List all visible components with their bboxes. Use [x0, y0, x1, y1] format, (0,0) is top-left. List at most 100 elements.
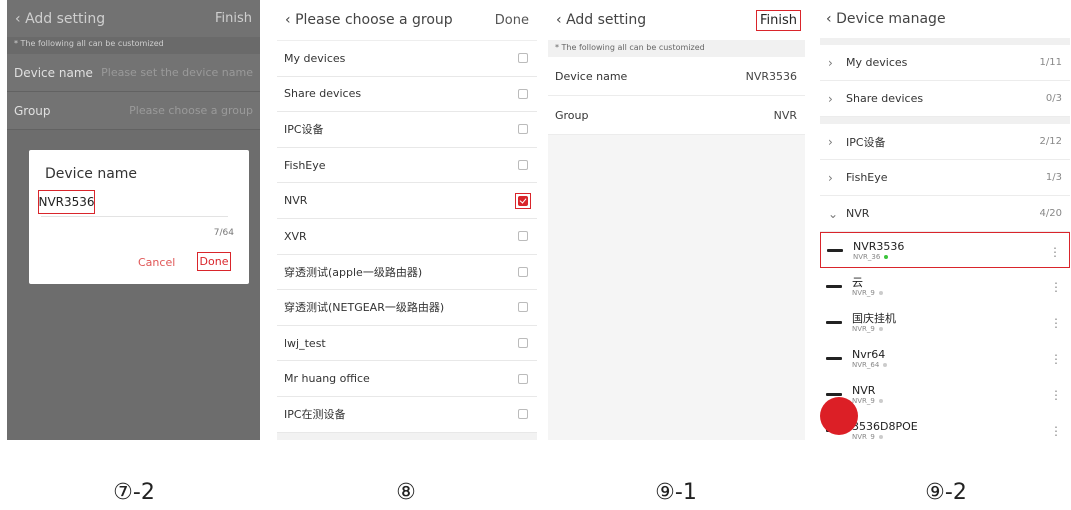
group-option-label: My devices: [284, 51, 346, 65]
chevron-down-icon: ⌄: [828, 206, 839, 221]
device-subtitle: NVR_9: [852, 432, 918, 441]
done-button[interactable]: Done: [197, 252, 231, 271]
device-text: 3536D8POE NVR_9: [852, 420, 918, 441]
checkbox[interactable]: [515, 264, 531, 280]
checked-box-icon: [518, 195, 528, 206]
checkbox[interactable]: [515, 157, 531, 173]
checkbox[interactable]: [515, 86, 531, 102]
group-option-label: Share devices: [284, 87, 362, 101]
back-title[interactable]: ‹ Device manage: [826, 11, 946, 27]
group-label: IPC设备: [846, 135, 886, 149]
back-title[interactable]: ‹ Add setting: [556, 12, 646, 28]
row-value: Please set the device name: [101, 66, 253, 79]
device-model: NVR_9: [852, 288, 875, 297]
char-counter: 7/64: [213, 228, 234, 238]
page-title: Device manage: [836, 11, 946, 27]
group-count: 0/3: [1045, 93, 1062, 104]
nvr-device-icon: [827, 248, 843, 252]
nvr-device-icon: [826, 320, 842, 324]
device-row[interactable]: NVR3536 NVR_36 ⋮: [820, 232, 1070, 268]
device-row[interactable]: Nvr64 NVR_64 ⋮: [820, 340, 1070, 376]
group-row[interactable]: › FishEye 1/3: [820, 160, 1070, 196]
group-option-label: Mr huang office: [284, 372, 370, 386]
checkbox[interactable]: [515, 121, 531, 137]
group-option-label: XVR: [284, 229, 307, 243]
group-label: NVR: [846, 207, 870, 220]
device-name-row[interactable]: Device name Please set the device name: [7, 54, 260, 92]
add-setting-screen: ‹ Add setting Finish * The following all…: [548, 0, 805, 440]
checkbox[interactable]: [515, 371, 531, 387]
back-title[interactable]: ‹ Add setting: [15, 11, 105, 27]
finish-button[interactable]: Finish: [215, 11, 252, 26]
row-value: NVR3536: [745, 69, 797, 83]
checkbox[interactable]: [515, 228, 531, 244]
more-options-icon[interactable]: ⋮: [1050, 280, 1062, 294]
group-list: My devices Share devices IPC设备 FishEye NVR XV…: [277, 41, 537, 433]
page-title: Add setting: [25, 10, 106, 27]
group-row[interactable]: ⌄ NVR 4/20: [820, 196, 1070, 232]
more-options-icon[interactable]: ⋮: [1050, 352, 1062, 366]
group-row[interactable]: Group Please choose a group: [7, 92, 260, 130]
group-option[interactable]: FishEye: [277, 148, 537, 184]
checkbox[interactable]: [515, 335, 531, 351]
group-option[interactable]: lwj_test: [277, 326, 537, 362]
device-subtitle: NVR_9: [852, 289, 883, 297]
group-option[interactable]: 穿透测试(NETGEAR一级路由器): [277, 290, 537, 326]
row-label: Group: [555, 108, 589, 122]
group-label-wrap: › IPC设备: [828, 134, 886, 150]
step-caption: ⑨-1: [655, 480, 697, 505]
floating-action-button[interactable]: [820, 397, 858, 435]
more-options-icon[interactable]: ⋮: [1049, 245, 1061, 259]
group-row[interactable]: › IPC设备 2/12: [820, 124, 1070, 160]
page-title: Add setting: [566, 12, 647, 28]
device-subtitle: NVR_64: [852, 360, 888, 369]
device-name-dialog: Device name NVR3536 7/64 Cancel Done: [29, 150, 249, 284]
row-label: Device name: [555, 69, 628, 83]
group-option-label: lwj_test: [284, 336, 326, 350]
chevron-right-icon: ›: [828, 134, 833, 149]
group-option[interactable]: Share devices: [277, 77, 537, 113]
checkbox[interactable]: [515, 299, 531, 315]
device-row[interactable]: NVR NVR_9 ⋮: [820, 376, 1070, 412]
more-options-icon[interactable]: ⋮: [1050, 424, 1062, 438]
more-options-icon[interactable]: ⋮: [1050, 388, 1062, 402]
offline-status-icon: [878, 326, 883, 331]
group-label-wrap: ⌄ NVR: [828, 207, 869, 221]
group-option[interactable]: IPC在测设备: [277, 397, 537, 433]
group-option[interactable]: IPC设备: [277, 112, 537, 148]
unchecked-box-icon: [518, 302, 528, 313]
dialog-title: Device name: [45, 166, 138, 182]
group-row[interactable]: › Share devices 0/3: [820, 81, 1070, 117]
device-row[interactable]: 国庆挂机 NVR_9 ⋮: [820, 304, 1070, 340]
checkbox[interactable]: [515, 406, 531, 422]
device-model: NVR_9: [852, 432, 875, 441]
device-text: NVR NVR_9: [852, 384, 883, 405]
group-option[interactable]: 穿透测试(apple一级路由器): [277, 255, 537, 291]
unchecked-box-icon: [518, 373, 528, 384]
group-option[interactable]: NVR: [277, 183, 537, 219]
checkbox[interactable]: [515, 192, 531, 209]
device-name-input[interactable]: NVR3536: [38, 190, 95, 214]
checkbox[interactable]: [515, 50, 531, 66]
group-option[interactable]: My devices: [277, 41, 537, 77]
unchecked-box-icon: [518, 53, 528, 64]
group-option[interactable]: XVR: [277, 219, 537, 255]
group-row[interactable]: Group NVR: [548, 96, 805, 135]
chevron-right-icon: ›: [828, 170, 833, 185]
step-caption: ⑨-2: [925, 480, 967, 505]
cancel-button[interactable]: Cancel: [138, 256, 175, 269]
group-option[interactable]: Mr huang office: [277, 361, 537, 397]
device-text: 国庆挂机 NVR_9: [852, 312, 896, 333]
finish-button[interactable]: Finish: [755, 9, 801, 31]
input-underline: [41, 216, 228, 217]
group-row[interactable]: › My devices 1/11: [820, 45, 1070, 81]
device-model: NVR_64: [852, 360, 880, 369]
device-name: Nvr64: [852, 347, 886, 361]
more-options-icon[interactable]: ⋮: [1050, 316, 1062, 330]
device-name-row[interactable]: Device name NVR3536: [548, 57, 805, 96]
back-title[interactable]: ‹ Please choose a group: [285, 12, 453, 28]
device-row[interactable]: 云 NVR_9 ⋮: [820, 268, 1070, 304]
header-bar: ‹ Please choose a group Done: [277, 0, 537, 41]
customize-note: * The following all can be customized: [548, 40, 805, 57]
done-button[interactable]: Done: [495, 13, 529, 28]
